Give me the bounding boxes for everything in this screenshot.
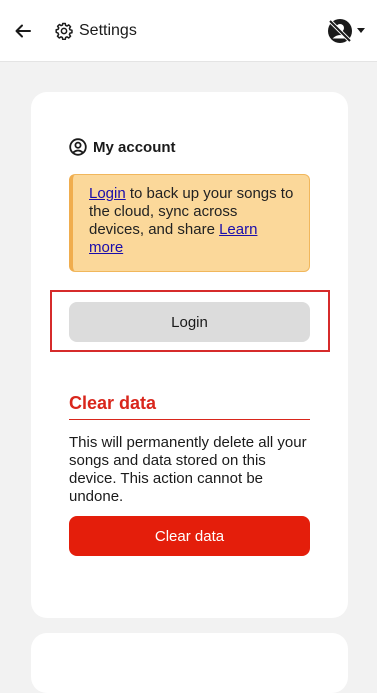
page-title: Settings — [79, 22, 137, 39]
page-title-group: Settings — [55, 20, 137, 42]
user-circle-icon — [69, 138, 87, 156]
clear-data-button[interactable]: Clear data — [69, 516, 310, 556]
chevron-down-icon — [357, 28, 365, 34]
user-offline-icon — [328, 19, 352, 43]
next-settings-card — [31, 633, 348, 693]
top-bar: Settings — [0, 0, 377, 62]
clear-data-description: This will permanently delete all your so… — [69, 434, 307, 505]
account-section-header: My account — [69, 138, 176, 156]
clear-data-title: Clear data — [69, 393, 310, 420]
account-menu-button[interactable] — [323, 17, 365, 45]
settings-card: My account Login to back up your songs t… — [31, 92, 348, 618]
back-button[interactable] — [12, 20, 34, 42]
gear-icon — [55, 22, 73, 40]
account-section-title: My account — [93, 138, 176, 156]
login-notice: Login to back up your songs to the cloud… — [69, 174, 310, 272]
login-button[interactable]: Login — [69, 302, 310, 342]
login-link[interactable]: Login — [89, 185, 126, 202]
arrow-left-icon — [15, 24, 31, 38]
